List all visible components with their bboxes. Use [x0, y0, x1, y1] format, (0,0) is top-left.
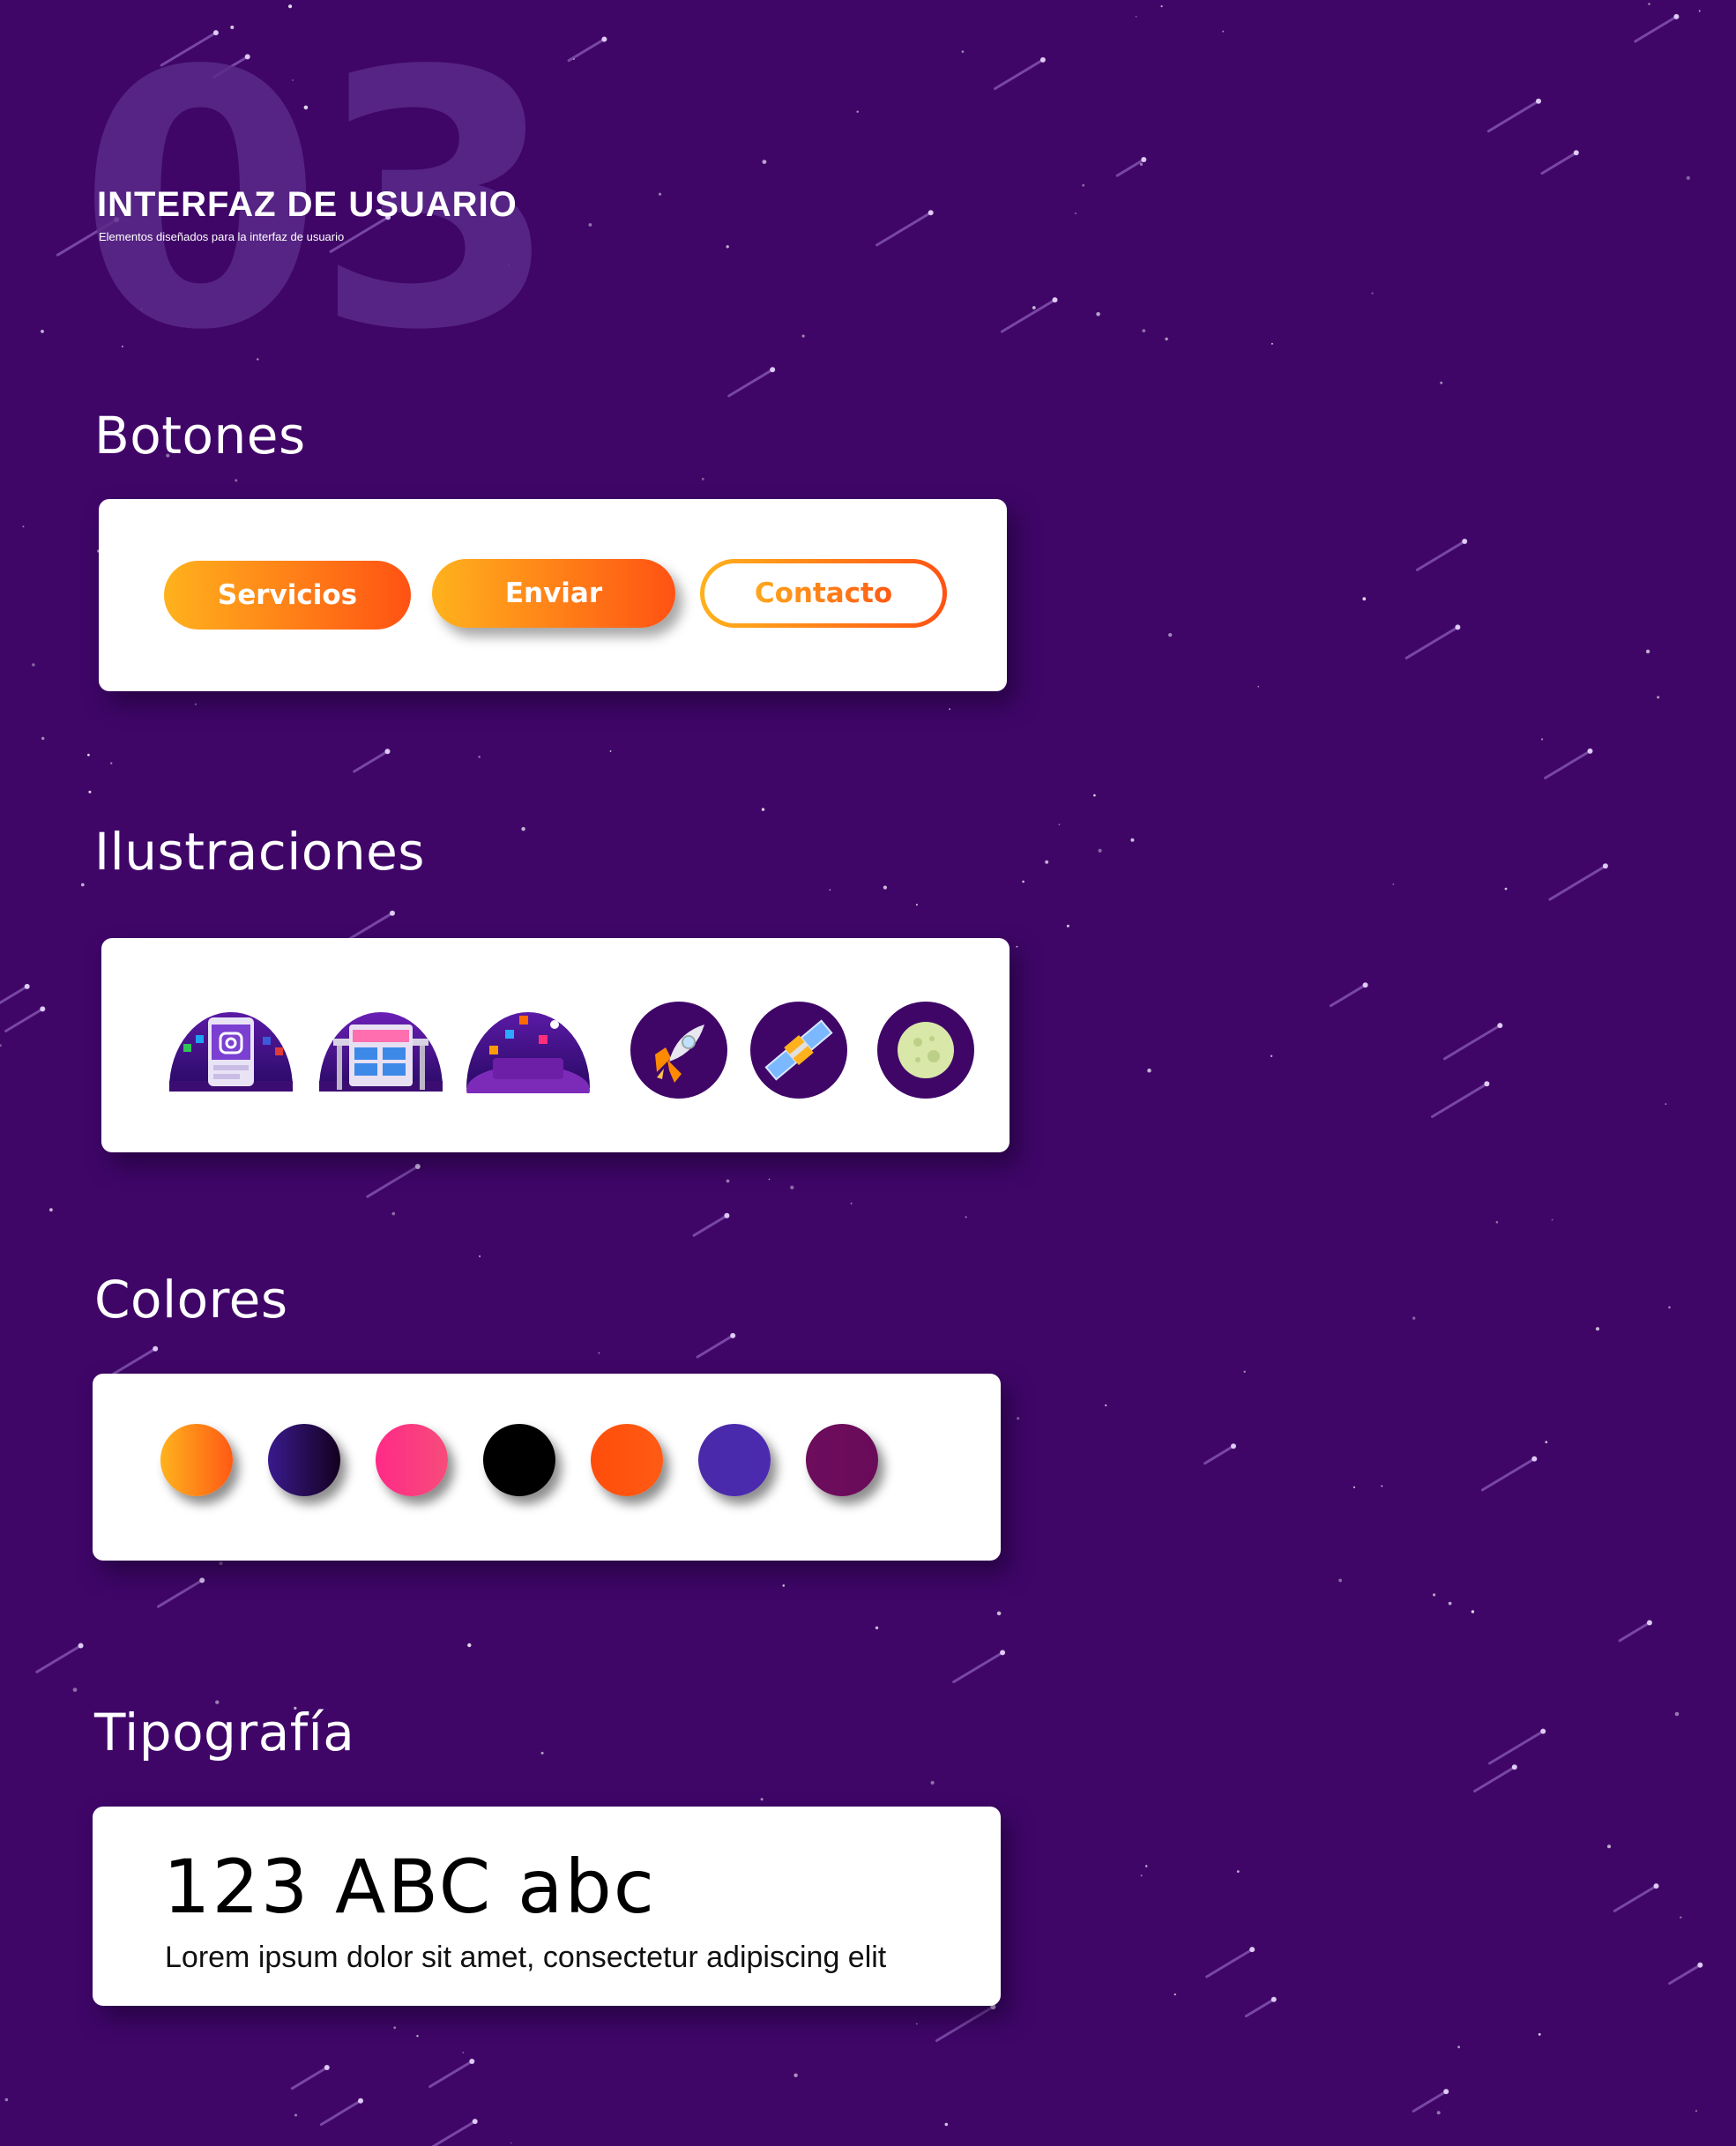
satellite-icon	[750, 1002, 847, 1099]
rocket-icon	[630, 1002, 727, 1099]
moon-icon	[877, 1002, 974, 1099]
page-title: INTERFAZ DE USUARIO	[97, 185, 518, 224]
enviar-button[interactable]: Enviar	[432, 559, 675, 628]
adobe-apps-scene-icon	[466, 1012, 590, 1093]
colors-section-title: Colores	[94, 1270, 288, 1330]
illustrations-card	[101, 938, 1010, 1152]
color-swatch-5	[591, 1424, 663, 1496]
page-subtitle: Elementos diseñados para la interfaz de …	[99, 230, 345, 243]
buttons-section-title: Botones	[94, 406, 306, 466]
color-swatch-6	[698, 1424, 771, 1496]
typography-sample-small: Lorem ipsum dolor sit amet, consectetur …	[165, 1941, 887, 1974]
color-swatch-2	[268, 1424, 340, 1496]
color-swatch-3	[376, 1424, 448, 1496]
contacto-button[interactable]: Contacto	[700, 559, 947, 628]
website-scene-icon	[319, 1012, 443, 1092]
servicios-button[interactable]: Servicios	[164, 561, 411, 630]
illustrations-section-title: Ilustraciones	[94, 822, 425, 882]
enviar-button-label: Enviar	[504, 577, 603, 609]
buttons-card: Servicios Enviar Contacto	[99, 499, 1007, 691]
typography-sample-large: 123 ABC abc	[163, 1844, 656, 1930]
typography-section-title: Tipografía	[94, 1703, 355, 1762]
contacto-button-label: Contacto	[754, 577, 893, 609]
colors-card	[93, 1374, 1001, 1561]
color-swatch-7	[806, 1424, 878, 1496]
color-swatch-1	[160, 1424, 233, 1496]
color-swatch-4	[483, 1424, 555, 1496]
typography-card: 123 ABC abc Lorem ipsum dolor sit amet, …	[93, 1807, 1001, 2006]
servicios-button-label: Servicios	[217, 579, 358, 611]
instagram-scene-icon	[169, 1012, 293, 1092]
